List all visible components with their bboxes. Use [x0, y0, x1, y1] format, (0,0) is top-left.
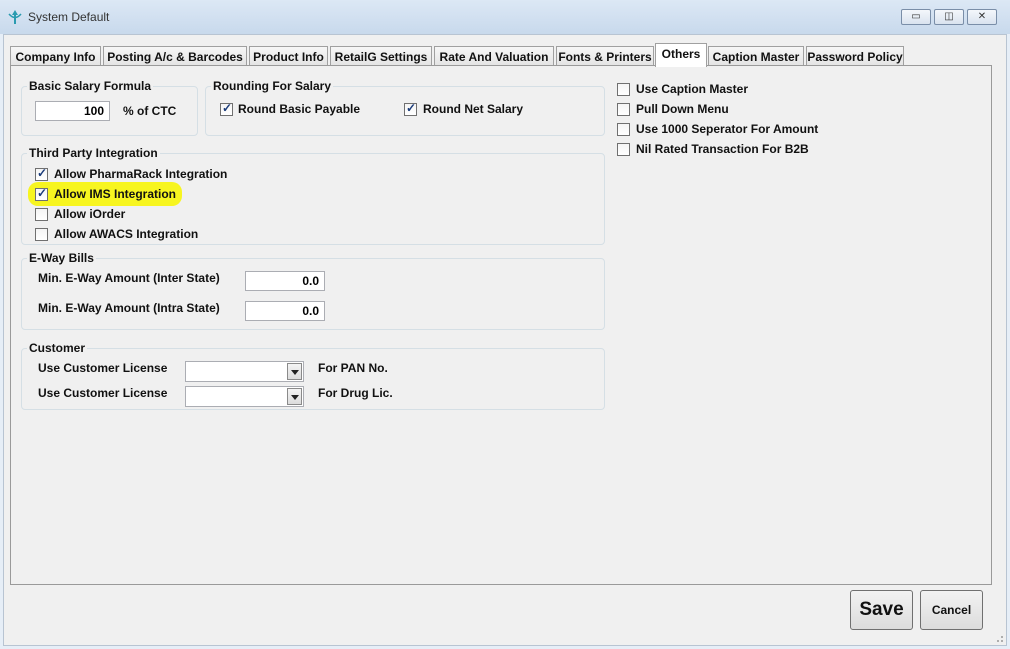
third-party-legend: Third Party Integration — [27, 146, 160, 160]
customer-license-drug-suffix: For Drug Lic. — [318, 386, 393, 400]
round-net-checkbox[interactable]: ✓ — [404, 101, 417, 116]
basic-salary-suffix: % of CTC — [123, 104, 177, 118]
awacs-checkbox[interactable] — [35, 228, 48, 241]
tab-password-policy[interactable]: Password Policy — [806, 46, 904, 66]
window-title: System Default — [28, 10, 110, 24]
eway-intra-label: Min. E-Way Amount (Intra State) — [38, 301, 220, 315]
awacs-label: Allow AWACS Integration — [54, 227, 199, 241]
basic-salary-legend: Basic Salary Formula — [27, 79, 154, 93]
restore-button[interactable]: ◫ — [934, 9, 964, 25]
tab-fonts-printers[interactable]: Fonts & Printers — [556, 46, 654, 66]
tab-retailg-settings[interactable]: RetailG Settings — [330, 46, 432, 66]
save-button[interactable]: Save — [850, 590, 913, 630]
eway-intra-input[interactable]: 0.0 — [245, 301, 325, 321]
chevron-down-icon[interactable] — [287, 388, 302, 405]
use-caption-master-label: Use Caption Master — [636, 82, 749, 96]
tab-product-info[interactable]: Product Info — [249, 46, 328, 66]
nil-rated-b2b-label: Nil Rated Transaction For B2B — [636, 142, 809, 156]
customer-license-drug-select[interactable] — [185, 386, 304, 407]
customer-license-pan-select[interactable] — [185, 361, 304, 382]
tab-posting-barcodes[interactable]: Posting A/c & Barcodes — [103, 46, 247, 66]
ims-label: Allow IMS Integration — [54, 187, 176, 201]
tab-rate-valuation[interactable]: Rate And Valuation — [434, 46, 554, 66]
pharmarack-label: Allow PharmaRack Integration — [54, 167, 228, 181]
basic-salary-input[interactable]: 100 — [35, 101, 110, 121]
customer-license-pan-suffix: For PAN No. — [318, 361, 388, 375]
title-bar: System Default ▭ ◫ ✕ — [0, 0, 1010, 34]
rounding-legend: Rounding For Salary — [211, 79, 334, 93]
eway-legend: E-Way Bills — [27, 251, 96, 265]
iorder-checkbox[interactable] — [35, 208, 48, 221]
nil-rated-b2b-checkbox[interactable] — [617, 143, 630, 156]
tab-others[interactable]: Others — [655, 43, 707, 67]
customer-legend: Customer — [27, 341, 88, 355]
app-icon — [8, 10, 22, 24]
chevron-down-icon[interactable] — [287, 363, 302, 380]
ims-checkbox[interactable]: ✓ — [35, 186, 48, 201]
resize-grip-icon[interactable] — [994, 633, 1004, 643]
round-net-label: Round Net Salary — [423, 102, 524, 116]
pull-down-menu-label: Pull Down Menu — [636, 102, 729, 116]
pull-down-menu-checkbox[interactable] — [617, 103, 630, 116]
round-basic-label: Round Basic Payable — [238, 102, 361, 116]
tab-company-info[interactable]: Company Info — [10, 46, 101, 66]
thousand-separator-checkbox[interactable] — [617, 123, 630, 136]
pharmarack-checkbox[interactable]: ✓ — [35, 166, 48, 181]
tab-caption-master[interactable]: Caption Master — [708, 46, 804, 66]
close-button[interactable]: ✕ — [967, 9, 997, 25]
round-basic-checkbox[interactable]: ✓ — [220, 101, 233, 116]
eway-inter-input[interactable]: 0.0 — [245, 271, 325, 291]
customer-license-pan-label: Use Customer License — [38, 361, 168, 375]
eway-inter-label: Min. E-Way Amount (Inter State) — [38, 271, 220, 285]
customer-group — [21, 348, 605, 410]
customer-license-drug-label: Use Customer License — [38, 386, 168, 400]
thousand-separator-label: Use 1000 Seperator For Amount — [636, 122, 819, 136]
minimize-button[interactable]: ▭ — [901, 9, 931, 25]
cancel-button[interactable]: Cancel — [920, 590, 983, 630]
use-caption-master-checkbox[interactable] — [617, 83, 630, 96]
iorder-label: Allow iOrder — [54, 207, 126, 221]
